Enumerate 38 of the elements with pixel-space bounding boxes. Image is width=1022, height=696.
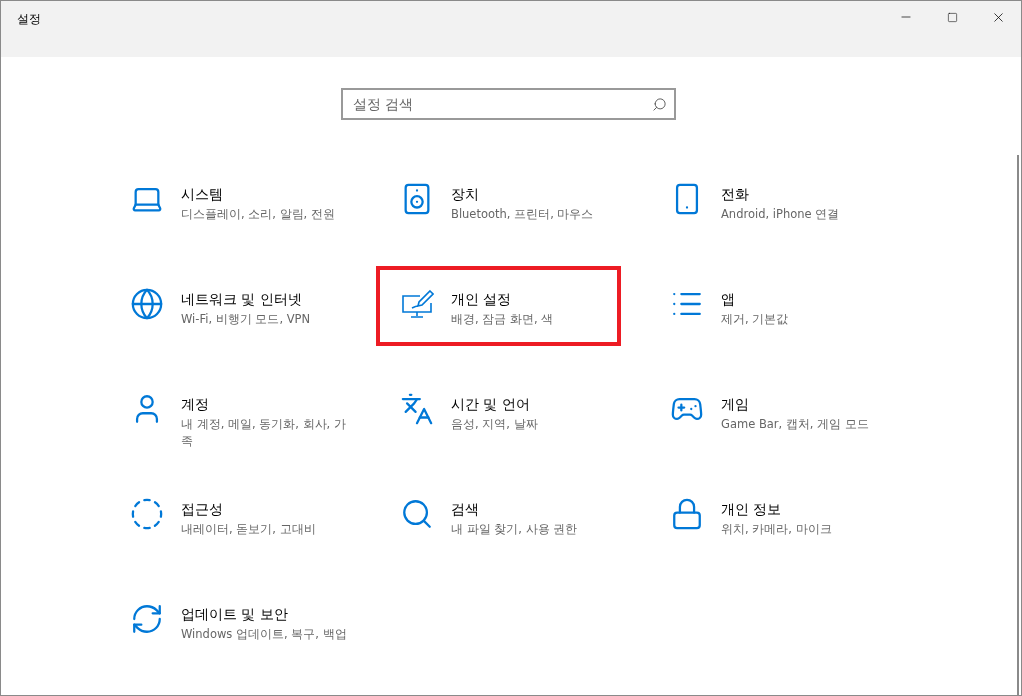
category-description: Android, iPhone 연결 [721, 206, 841, 223]
category-description: Wi-Fi, 비행기 모드, VPN [181, 311, 312, 328]
category-description: 제거, 기본값 [721, 311, 790, 328]
category-title[interactable]: 앱 [721, 290, 887, 308]
category-title[interactable]: 업데이트 및 보안 [181, 605, 347, 623]
category-title[interactable]: 전화 [721, 185, 887, 203]
lock-icon[interactable] [670, 497, 704, 531]
search-icon[interactable] [400, 497, 434, 531]
category-description: 내 파일 찾기, 사용 권한 [451, 521, 579, 538]
window-title: 설정 [17, 11, 41, 28]
category-title[interactable]: 게임 [721, 395, 887, 413]
category-description: 배경, 잠금 화면, 색 [451, 311, 555, 328]
search-field[interactable]: 설정 검색 [341, 88, 676, 120]
category-description: 내레이터, 돋보기, 고대비 [181, 521, 317, 538]
category-title[interactable]: 네트워크 및 인터넷 [181, 290, 347, 308]
category-title[interactable]: 계정 [181, 395, 347, 413]
monitor-brush-icon[interactable] [400, 287, 434, 321]
category-title[interactable]: 검색 [451, 500, 617, 518]
search-icon [652, 97, 667, 112]
category-description: 음성, 지역, 날짜 [451, 416, 539, 433]
category-title[interactable]: 시스템 [181, 185, 347, 203]
language-icon[interactable] [400, 392, 434, 426]
dashed-circle-icon[interactable] [130, 497, 164, 531]
category-title[interactable]: 개인 설정 [451, 290, 617, 308]
category-description: Bluetooth, 프린터, 마우스 [451, 206, 595, 223]
refresh-icon[interactable] [130, 602, 164, 636]
category-title[interactable]: 시간 및 언어 [451, 395, 617, 413]
category-description: 디스플레이, 소리, 알림, 전원 [181, 206, 336, 223]
scrollbar[interactable] [1017, 155, 1019, 695]
category-description: Game Bar, 캡처, 게임 모드 [721, 416, 870, 433]
category-title[interactable]: 접근성 [181, 500, 347, 518]
category-description: 위치, 카메라, 마이크 [721, 521, 833, 538]
category-description: 내 계정, 메일, 동기화, 회사, 가족 [181, 416, 347, 450]
category-title[interactable]: 장치 [451, 185, 617, 203]
category-title[interactable]: 개인 정보 [721, 500, 887, 518]
globe-icon[interactable] [130, 287, 164, 321]
maximize-icon [946, 11, 958, 23]
category-description: Windows 업데이트, 복구, 백업 [181, 626, 347, 643]
